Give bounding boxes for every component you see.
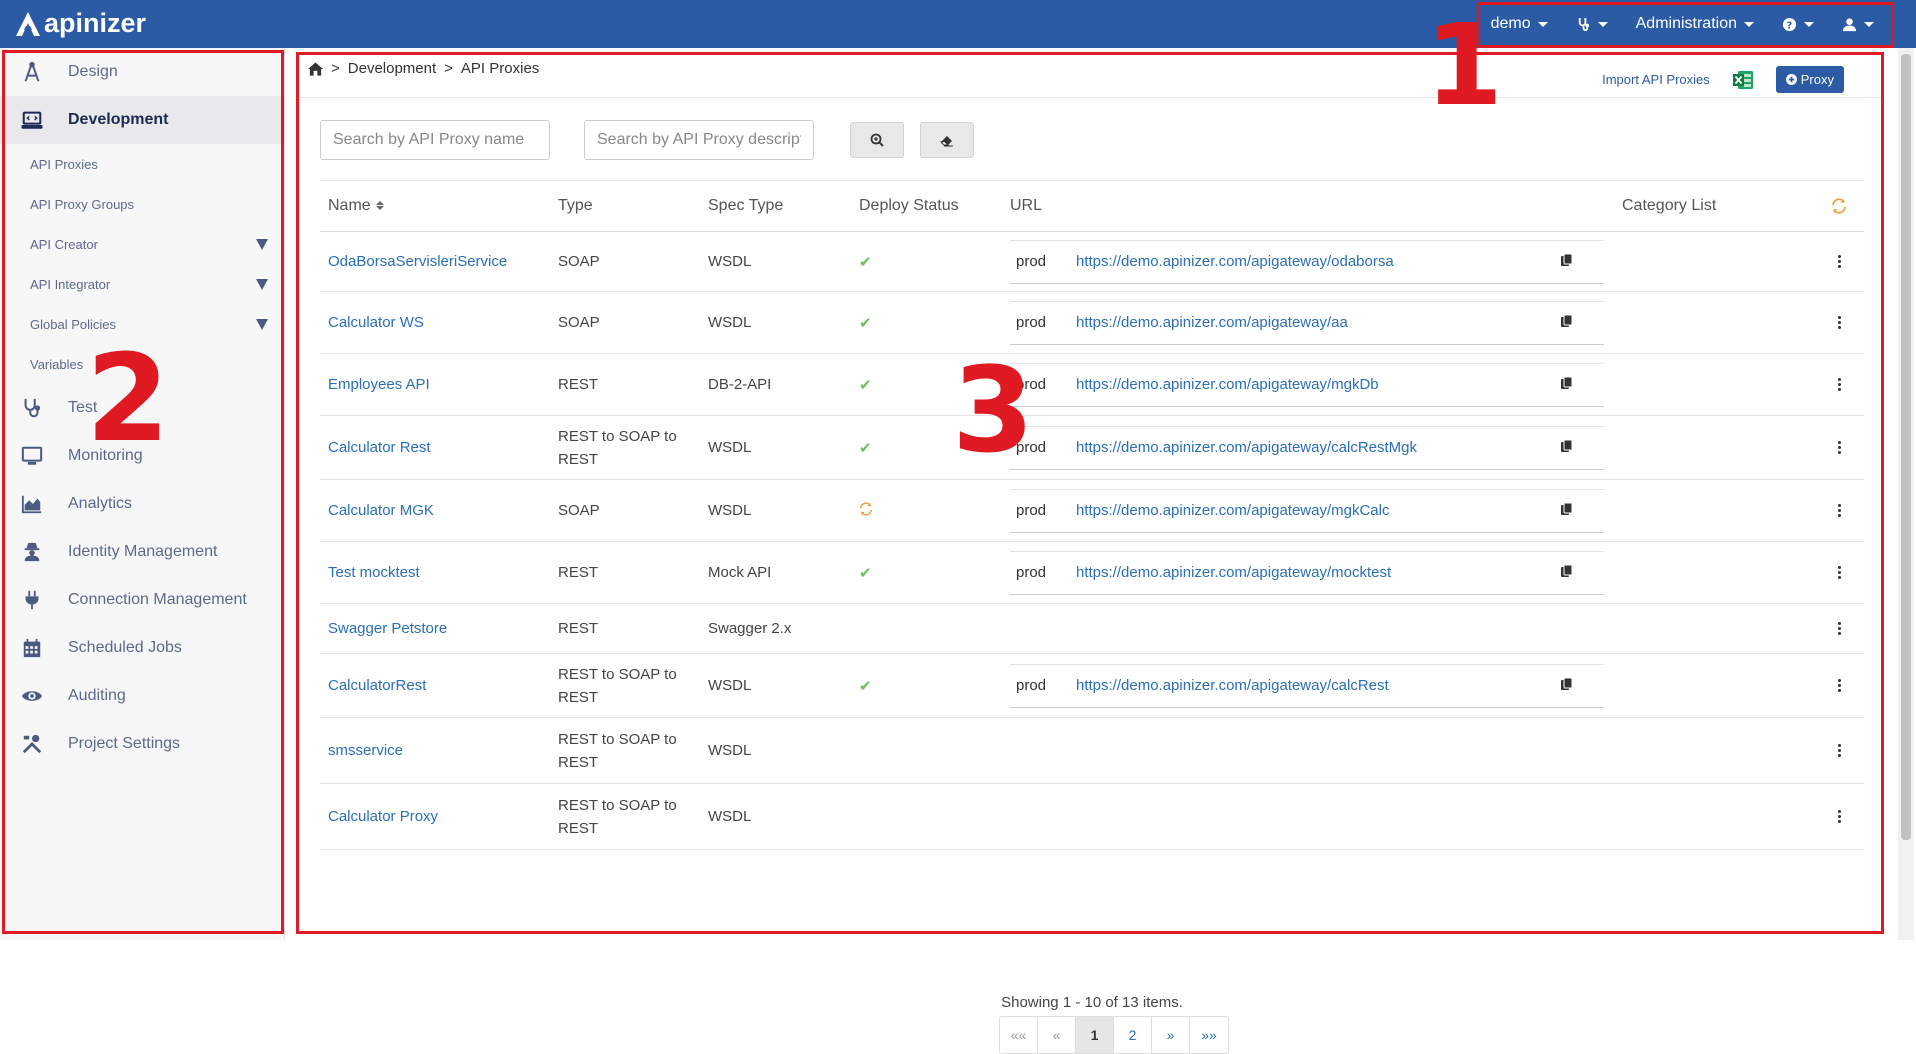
pagination-summary: Showing 1 - 10 of 13 items.: [1001, 994, 1183, 1011]
logo-text: apinizer: [44, 8, 147, 38]
annotation-label-2: 2: [86, 330, 170, 469]
annotation-box-2: [2, 50, 284, 934]
pagination-button[interactable]: 2: [1114, 1017, 1152, 1053]
app-logo[interactable]: apinizer: [14, 8, 146, 39]
pagination-button[interactable]: 1: [1076, 1017, 1114, 1053]
pagination-button[interactable]: «: [1038, 1017, 1076, 1053]
pagination-button[interactable]: »»: [1190, 1017, 1228, 1053]
pagination-button[interactable]: »: [1152, 1017, 1190, 1053]
apinizer-logo-icon: [16, 11, 40, 36]
annotation-box-1: [1477, 2, 1894, 48]
annotation-box-3: [296, 52, 1884, 934]
annotation-label-3: 3: [952, 341, 1035, 479]
page-scrollbar[interactable]: [1898, 48, 1914, 940]
pagination-button[interactable]: ««: [1000, 1017, 1038, 1053]
scrollbar-thumb[interactable]: [1901, 54, 1911, 840]
pagination: «« «1 2»»»: [999, 1016, 1229, 1054]
annotation-label-1: 1: [1425, 1, 1503, 131]
